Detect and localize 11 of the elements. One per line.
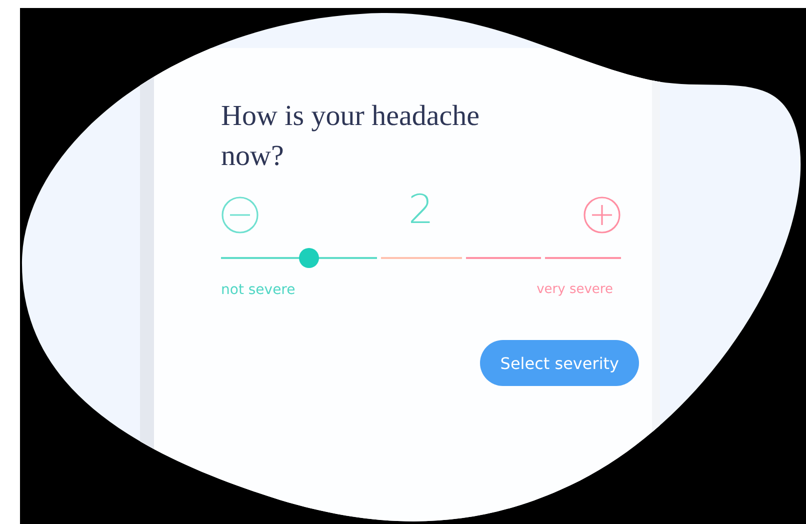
plus-button[interactable] <box>582 196 621 234</box>
low-label: not severe <box>221 282 296 298</box>
plus-icon <box>582 196 621 234</box>
severity-slider[interactable] <box>221 250 621 266</box>
high-label: very severe <box>536 282 613 298</box>
slider-thumb[interactable] <box>299 248 319 268</box>
minus-icon <box>221 196 259 234</box>
minus-button[interactable] <box>221 196 259 234</box>
question-title: How is your headache now? <box>221 99 480 174</box>
select-severity-button[interactable]: Select severity <box>480 340 639 386</box>
severity-value: 2 <box>408 188 434 232</box>
